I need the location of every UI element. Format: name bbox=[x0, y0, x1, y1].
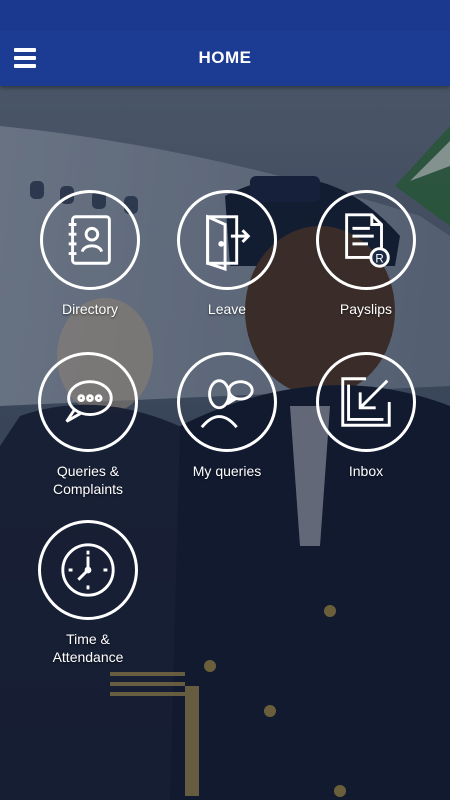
inbox-tile[interactable]: Inbox bbox=[296, 352, 436, 480]
payslip-document-icon: R bbox=[316, 190, 416, 290]
payslips-label: Payslips bbox=[339, 301, 393, 317]
time-attendance-label: Time & Attendance bbox=[52, 631, 124, 665]
top-app-bar: HOME bbox=[0, 30, 450, 86]
queries-complaints-label: Queries & Complaints bbox=[52, 463, 124, 497]
directory-label: Directory bbox=[61, 301, 118, 317]
speech-bubble-icon bbox=[38, 352, 138, 452]
payslips-tile[interactable]: R Payslips bbox=[296, 190, 436, 318]
person-chat-icon bbox=[177, 352, 277, 452]
page-title: HOME bbox=[198, 48, 252, 67]
status-bar bbox=[0, 0, 450, 30]
time-attendance-tile[interactable]: Time & Attendance bbox=[18, 520, 158, 666]
app-screen: HOME Directory Leave R Payslips Queries … bbox=[0, 0, 450, 800]
clock-icon bbox=[38, 520, 138, 620]
queries-complaints-tile[interactable]: Queries & Complaints bbox=[18, 352, 158, 498]
my-queries-label: My queries bbox=[192, 463, 262, 479]
leave-label: Leave bbox=[207, 301, 247, 317]
door-exit-icon bbox=[177, 190, 277, 290]
leave-tile[interactable]: Leave bbox=[157, 190, 297, 318]
address-book-icon bbox=[40, 190, 140, 290]
my-queries-tile[interactable]: My queries bbox=[157, 352, 297, 480]
directory-tile[interactable]: Directory bbox=[20, 190, 160, 318]
svg-text:R: R bbox=[375, 252, 383, 265]
inbox-arrow-icon bbox=[316, 352, 416, 452]
inbox-label: Inbox bbox=[348, 463, 384, 479]
